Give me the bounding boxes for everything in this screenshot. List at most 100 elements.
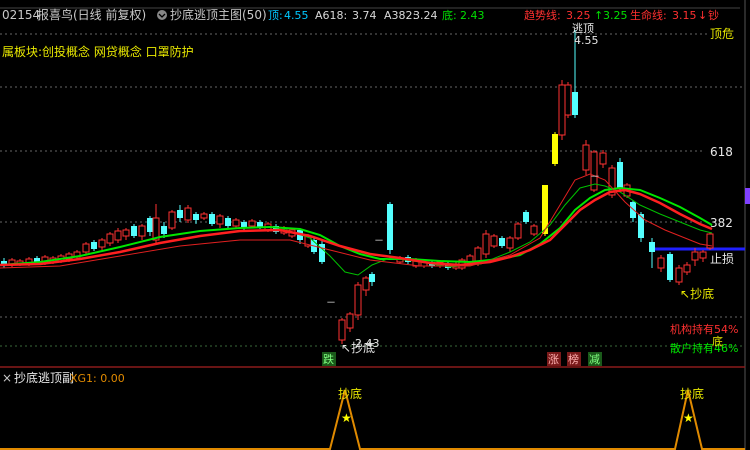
header-bar: 02154 报喜鸟(日线 前复权) 抄底逃顶主图(50) 顶: 4.55 A61… (0, 7, 740, 22)
peak-price: 4.55 (574, 34, 599, 47)
candle-body (147, 218, 153, 232)
candle-body (82, 243, 90, 253)
candle-body (98, 239, 106, 248)
badge-list[interactable]: 榜 (568, 352, 579, 366)
candle-body (216, 215, 224, 225)
candle-body (387, 204, 393, 250)
top-value: 4.55 (284, 9, 309, 22)
candle-body (161, 226, 167, 234)
candle-body (506, 237, 514, 249)
chaodi-right-label: ↖抄底 (680, 286, 714, 301)
candle-body (617, 162, 623, 188)
candle-body (667, 254, 673, 280)
candle-body (225, 218, 231, 226)
candle-body (362, 277, 370, 291)
candle-body (177, 210, 183, 218)
bottom-level-label: 底 (712, 334, 723, 348)
candle-body (638, 214, 644, 238)
candle-body (106, 233, 114, 244)
life-arrow: ↓ (698, 9, 707, 22)
candle-body (552, 134, 558, 164)
header-extra: 钞 (708, 8, 719, 22)
sub-panel-close-icon[interactable]: × (2, 371, 12, 385)
sub-signal-2-label: 抄底 (680, 386, 704, 401)
indicator-name: 抄底逃顶主图(50) (170, 7, 267, 22)
sub-panel-title: 抄底逃顶副 (14, 370, 74, 385)
a618-label: A618: (315, 9, 347, 22)
trend-value-2: 3.25 (603, 9, 628, 22)
sub-panel-signals: 抄底 ★ 抄底 ★ (0, 386, 745, 450)
badge-reduce[interactable]: 减 (589, 353, 600, 366)
badge-rise[interactable]: 涨 (548, 353, 559, 366)
star-icon: ★ (683, 411, 694, 425)
candle-body (683, 264, 691, 273)
sub-panel-xg: XG1: 0.00 (70, 372, 125, 385)
badge-fall[interactable]: 跌 (323, 352, 334, 366)
candle-body (558, 84, 566, 136)
life-value: 3.15 (672, 9, 697, 22)
candle-body (691, 251, 699, 261)
candle-body (699, 251, 707, 259)
stock-code: 02154 (2, 8, 40, 22)
candle-body (523, 212, 529, 222)
level-618-label: 618 (710, 145, 733, 159)
dash-marker-1: － (326, 298, 336, 309)
a618-value: 3.74 (352, 9, 377, 22)
candle-body (248, 220, 256, 227)
candle-body (114, 230, 122, 241)
candle-body (499, 238, 505, 246)
level-top-label: 顶危 (710, 27, 734, 41)
right-edge-marker (745, 188, 750, 204)
candle-body (630, 202, 636, 218)
top-label: 顶: (268, 9, 283, 22)
dash-marker-2: － (374, 236, 384, 247)
candle-body (369, 274, 375, 282)
star-icon: ★ (341, 411, 352, 425)
candle-body (530, 225, 538, 235)
bottom-value: 2.43 (460, 9, 485, 22)
candle-body (184, 207, 192, 221)
candle-body (354, 284, 362, 316)
candle-body (131, 226, 137, 236)
stock-name: 报喜鸟(日线 前复权) (37, 7, 146, 22)
sub-signal-1-label: 抄底 (338, 386, 362, 401)
candle-body (564, 84, 572, 116)
candle-body (657, 257, 665, 269)
candle-body (649, 242, 655, 252)
ma-red-line (0, 188, 713, 267)
dash-marker-3: － (590, 172, 600, 183)
a382-value: 3.24 (413, 9, 438, 22)
candle-body (514, 223, 522, 239)
dropdown-icon[interactable] (157, 10, 167, 20)
candle-body (168, 211, 176, 229)
stop-loss-label: 止损 (710, 252, 734, 266)
institution-holding: 机构持有54% (670, 322, 738, 336)
candle-body (257, 222, 263, 227)
candle-body (91, 242, 97, 249)
candle-body (200, 213, 208, 219)
candle-body (193, 214, 199, 220)
concept-text: 属板块:创投概念 网贷概念 口罩防护 (2, 44, 194, 59)
candle-body (482, 233, 490, 255)
candle-body (122, 229, 130, 237)
chart-canvas[interactable]: 02154 报喜鸟(日线 前复权) 抄底逃顶主图(50) 顶: 4.55 A61… (0, 0, 750, 450)
trend-arrow: ↑ (594, 9, 603, 22)
life-label: 生命线: (630, 8, 667, 22)
candle-body (599, 152, 607, 165)
candle-body (572, 92, 578, 115)
candle-body (209, 214, 215, 224)
bottom-label: 底: (442, 8, 457, 22)
candle-body (138, 225, 146, 237)
candle-body (490, 235, 498, 247)
candle-body (232, 219, 240, 227)
trend-value-1: 3.25 (566, 9, 591, 22)
candle-body (338, 319, 346, 341)
a382-label: A382: (384, 9, 416, 22)
chaodi-left-label: ↖抄底 (341, 340, 375, 355)
candle-body (675, 267, 683, 283)
candle-body (346, 313, 354, 329)
trend-label: 趋势线: (524, 8, 561, 22)
candle-body (582, 144, 590, 171)
retail-holding: 散户持有46% (670, 341, 738, 355)
level-382-label: 382 (710, 216, 733, 230)
